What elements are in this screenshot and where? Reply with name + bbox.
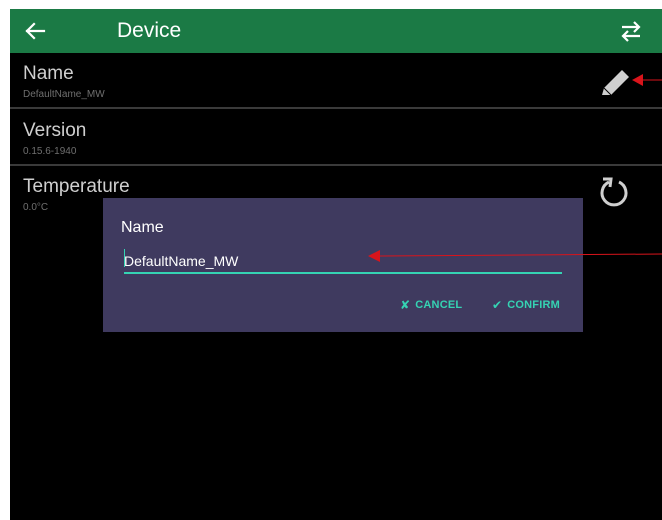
arrow-left-icon	[25, 22, 46, 40]
edit-name-button[interactable]	[598, 65, 634, 106]
swap-arrows-icon	[621, 21, 641, 42]
name-label: Name	[23, 63, 74, 84]
refresh-temperature-button[interactable]	[597, 174, 631, 213]
cancel-button[interactable]: ✘ CANCEL	[400, 296, 462, 314]
cancel-label: CANCEL	[415, 299, 463, 311]
swap-button[interactable]	[618, 18, 644, 44]
page-title: Device	[117, 19, 182, 42]
temperature-value: 0.0°C	[23, 202, 49, 213]
edit-name-dialog: Name ✘ CANCEL ✔ CONFIRM	[103, 198, 583, 332]
refresh-icon	[600, 177, 628, 207]
x-icon: ✘	[400, 298, 411, 312]
name-input[interactable]	[124, 250, 562, 274]
version-row: Version 0.15.6-1940	[10, 110, 662, 166]
device-screen: Device Name DefaultName_MW Version 0.15.…	[10, 9, 662, 520]
confirm-label: CONFIRM	[507, 299, 560, 311]
pencil-icon	[602, 70, 629, 96]
check-icon: ✔	[492, 298, 503, 312]
version-value: 0.15.6-1940	[23, 146, 77, 157]
back-button[interactable]	[22, 18, 48, 44]
app-bar: Device	[10, 9, 662, 53]
temperature-label: Temperature	[23, 176, 130, 197]
name-row[interactable]: Name DefaultName_MW	[10, 53, 662, 109]
dialog-title: Name	[121, 219, 164, 236]
version-label: Version	[23, 120, 87, 141]
name-value: DefaultName_MW	[23, 89, 105, 100]
text-caret	[124, 249, 125, 267]
confirm-button[interactable]: ✔ CONFIRM	[492, 296, 560, 314]
